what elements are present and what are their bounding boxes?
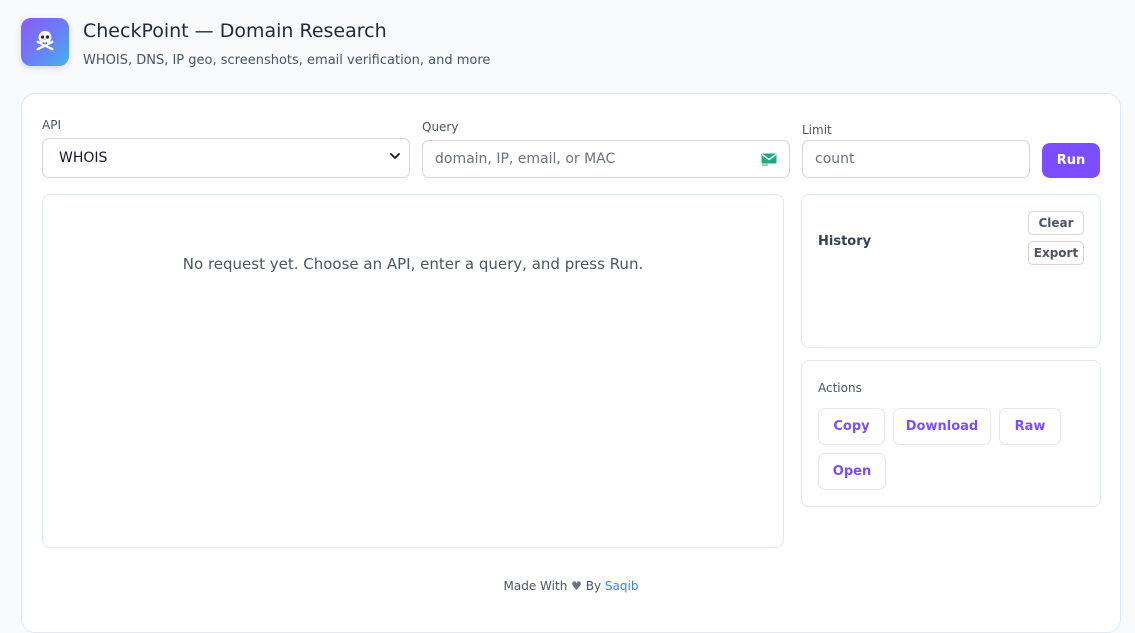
author-link[interactable]: Saqib xyxy=(605,579,639,593)
actions-panel: Actions Copy Download Raw Open xyxy=(801,360,1101,507)
api-select-value: WHOIS xyxy=(59,150,108,166)
open-button[interactable]: Open xyxy=(818,453,886,490)
limit-label: Limit xyxy=(802,123,832,137)
skull-crossbones-icon xyxy=(34,29,56,55)
app-logo xyxy=(21,18,69,66)
run-button[interactable]: Run xyxy=(1042,143,1100,178)
page-title: CheckPoint — Domain Research xyxy=(83,20,387,42)
history-panel: History Clear Export xyxy=(801,194,1101,348)
api-label: API xyxy=(42,118,61,132)
history-title: History xyxy=(818,234,872,249)
api-select[interactable]: WHOIS xyxy=(42,138,410,178)
limit-input[interactable]: count xyxy=(802,140,1030,178)
main-card: API WHOIS Query domain, IP, email, or MA… xyxy=(21,93,1121,633)
clear-history-button[interactable]: Clear xyxy=(1028,211,1084,235)
export-history-button[interactable]: Export xyxy=(1028,241,1084,265)
download-button[interactable]: Download xyxy=(893,408,991,445)
copy-button[interactable]: Copy xyxy=(818,408,885,445)
app-header: CheckPoint — Domain Research WHOIS, DNS,… xyxy=(21,18,490,68)
heart-icon: ♥ xyxy=(571,579,582,593)
actions-title: Actions xyxy=(818,381,862,395)
result-panel: No request yet. Choose an API, enter a q… xyxy=(42,194,784,548)
footer-made-with: Made With xyxy=(503,579,568,593)
raw-button[interactable]: Raw xyxy=(999,408,1061,445)
query-label: Query xyxy=(422,120,459,134)
chevron-down-icon xyxy=(389,150,401,166)
mail-icon xyxy=(761,153,777,170)
limit-placeholder: count xyxy=(815,151,855,167)
query-placeholder: domain, IP, email, or MAC xyxy=(435,151,616,167)
page-subtitle: WHOIS, DNS, IP geo, screenshots, email v… xyxy=(83,53,491,68)
footer-by: By xyxy=(585,579,602,593)
footer: Made With ♥ By Saqib xyxy=(22,579,1120,593)
empty-state-message: No request yet. Choose an API, enter a q… xyxy=(182,255,644,273)
query-input[interactable]: domain, IP, email, or MAC xyxy=(422,140,790,178)
